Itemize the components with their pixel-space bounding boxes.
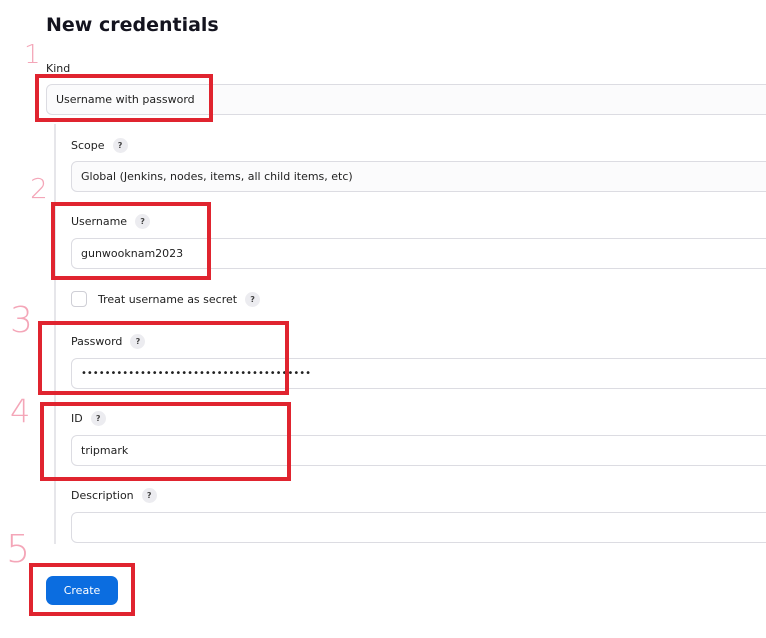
annotation-number-2: 2: [30, 172, 48, 205]
description-input[interactable]: [71, 512, 766, 543]
description-label-text: Description: [71, 489, 134, 502]
annotation-box-id: [40, 402, 291, 481]
annotation-number-5: 5: [6, 527, 31, 571]
treat-secret-help-icon[interactable]: ?: [245, 292, 261, 307]
description-help-icon[interactable]: ?: [141, 488, 157, 503]
annotation-number-4: 4: [10, 392, 31, 430]
annotation-box-password: [38, 321, 289, 395]
description-label: Description ?: [71, 488, 157, 503]
annotation-number-1: 1: [24, 40, 41, 70]
treat-username-secret-checkbox[interactable]: [71, 291, 87, 307]
scope-label: Scope ?: [71, 138, 128, 153]
scope-select[interactable]: Global (Jenkins, nodes, items, all child…: [71, 161, 766, 192]
scope-label-text: Scope: [71, 139, 105, 152]
annotation-box-username: [51, 202, 211, 280]
page-title: New credentials: [46, 14, 219, 36]
treat-username-secret-label: Treat username as secret ?: [98, 292, 261, 307]
annotation-box-kind: [35, 74, 213, 122]
annotation-number-3: 3: [10, 300, 33, 341]
scope-help-icon[interactable]: ?: [112, 138, 128, 153]
annotation-box-create: [29, 563, 135, 616]
treat-username-secret-text: Treat username as secret: [98, 293, 238, 306]
new-credentials-page: New credentials Kind Username with passw…: [0, 0, 766, 638]
scope-select-value: Global (Jenkins, nodes, items, all child…: [81, 170, 353, 183]
